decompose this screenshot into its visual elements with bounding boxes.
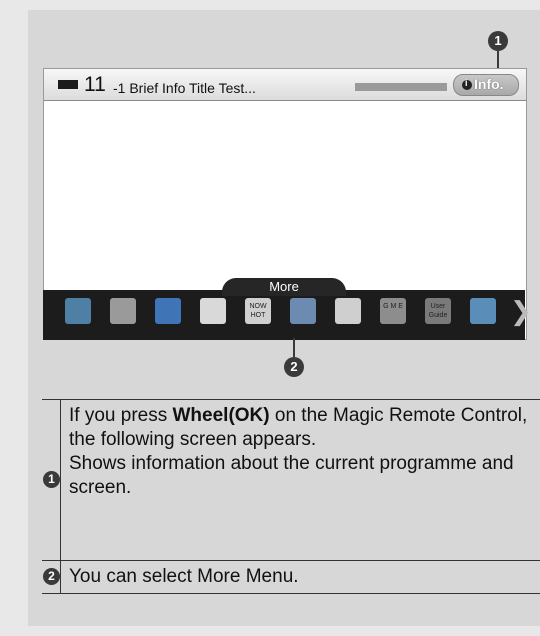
more-tab[interactable]: More (222, 278, 346, 296)
more-menu-bar: User Guide G M E NOW HOT ❯ (43, 290, 532, 340)
info-button[interactable]: i Info. (453, 74, 519, 96)
program-title: -1 Brief Info Title Test... (113, 80, 256, 96)
row-1-text-pre: If you press (69, 405, 173, 426)
internet-globe-icon[interactable] (155, 298, 181, 324)
photo-icon[interactable] (470, 298, 496, 324)
row-marker-2: 2 (43, 568, 60, 585)
settings-gear-icon[interactable] (110, 298, 136, 324)
info-button-label: Info. (474, 76, 504, 92)
program-progress-bar (355, 83, 447, 91)
row-1-text-bold: Wheel(OK) (172, 405, 270, 426)
row-2-text: You can select More Menu. (69, 566, 299, 587)
input-list-icon[interactable] (65, 298, 91, 324)
callout-2-leader (293, 338, 295, 358)
row-marker-1: 1 (43, 471, 60, 488)
row-1-text: If you press Wheel(OK) on the Magic Remo… (69, 400, 540, 503)
row-1-text-line2: Shows information about the current prog… (69, 453, 514, 498)
more-tab-label: More (269, 279, 299, 294)
row-marker-cell: 2 (42, 561, 61, 593)
info-i-icon: i (462, 78, 472, 90)
clock-icon[interactable] (335, 298, 361, 324)
menu-next-arrow-icon[interactable]: ❯ (510, 298, 532, 324)
description-table: 1 If you press Wheel(OK) on the Magic Re… (42, 399, 540, 594)
table-row: 1 If you press Wheel(OK) on the Magic Re… (42, 400, 540, 560)
brief-info-bar: 11 -1 Brief Info Title Test... i Info. (44, 69, 526, 101)
user-guide-icon[interactable]: User Guide (425, 298, 451, 324)
channel-number: 11 (84, 73, 106, 96)
callout-2: 2 (284, 357, 304, 377)
callout-1: 1 (488, 31, 508, 51)
game-icon[interactable]: G M E (380, 298, 406, 324)
channel-type-icon (58, 80, 78, 89)
now-hot-icon[interactable]: NOW HOT (245, 298, 271, 324)
row-marker-cell: 1 (42, 400, 61, 560)
smartshare-icon[interactable] (290, 298, 316, 324)
table-row: 2 You can select More Menu. (42, 560, 540, 593)
search-icon[interactable] (200, 298, 226, 324)
